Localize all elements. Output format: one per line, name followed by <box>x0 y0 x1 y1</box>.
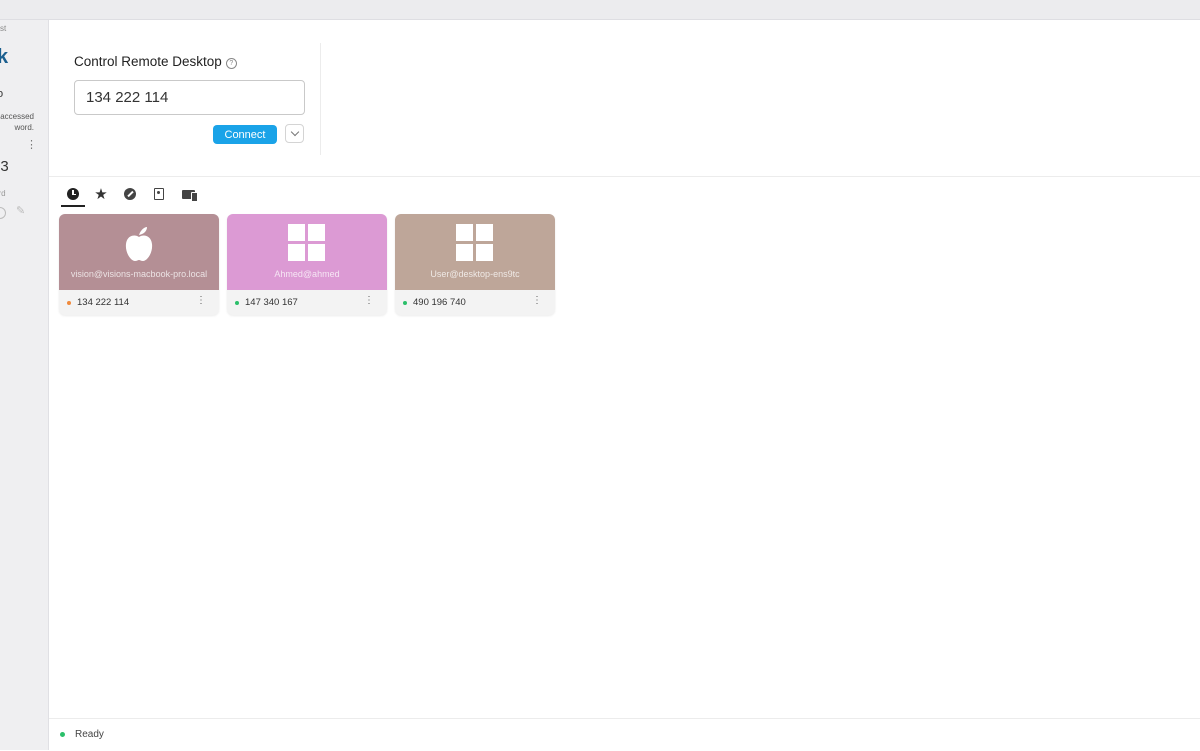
tab-discovered[interactable] <box>118 183 142 205</box>
sidebar-heading: o <box>0 88 3 100</box>
clock-icon <box>67 188 79 200</box>
refresh-icon[interactable] <box>0 207 6 219</box>
status-dot <box>403 301 407 305</box>
peer-card[interactable]: Ahmed@ahmed 147 340 167 ⋮ <box>227 214 387 315</box>
panel-title-text: Control Remote Desktop <box>74 54 222 69</box>
peer-id: 134 222 114 <box>77 297 130 308</box>
tab-accessible-devices[interactable] <box>176 183 200 205</box>
remote-id-input[interactable] <box>74 80 305 115</box>
devices-icon <box>181 189 198 202</box>
control-remote-desktop-panel: Control Remote Desktop? Connect <box>58 43 321 155</box>
compass-icon <box>124 188 136 200</box>
address-book-icon <box>154 188 164 200</box>
peer-username: User@desktop-ens9tc <box>430 269 520 279</box>
sidebar-top-label: st <box>0 24 7 33</box>
peer-menu-icon[interactable]: ⋮ <box>532 295 542 306</box>
tab-address-book[interactable] <box>147 183 171 205</box>
sidebar: st k o accessed word. ⋮ 03 ord ✎ <box>0 20 49 750</box>
sidebar-id: 03 <box>0 158 9 175</box>
peer-id: 490 196 740 <box>413 297 466 308</box>
peer-card[interactable]: User@desktop-ens9tc 490 196 740 ⋮ <box>395 214 555 315</box>
tab-favorites[interactable]: ★ <box>89 183 113 205</box>
peer-id: 147 340 167 <box>245 297 298 308</box>
sidebar-brand: k <box>0 46 8 69</box>
status-dot <box>67 301 71 305</box>
windows-icon <box>288 224 326 262</box>
peer-thumbnail[interactable]: vision@visions-macbook-pro.local <box>59 214 219 290</box>
peer-thumbnail[interactable]: User@desktop-ens9tc <box>395 214 555 290</box>
panel-title: Control Remote Desktop? <box>74 54 237 69</box>
edit-icon[interactable]: ✎ <box>16 204 25 217</box>
status-dot <box>235 301 239 305</box>
peer-menu-icon[interactable]: ⋮ <box>196 295 206 306</box>
windows-icon <box>456 224 494 262</box>
ready-status-dot <box>60 732 65 737</box>
peer-username: vision@visions-macbook-pro.local <box>70 269 208 279</box>
help-icon[interactable]: ? <box>225 58 237 69</box>
peer-footer: 490 196 740 ⋮ <box>395 290 555 315</box>
peer-card[interactable]: vision@visions-macbook-pro.local 134 222… <box>59 214 219 315</box>
tab-recent-sessions[interactable] <box>61 183 85 207</box>
peer-username: Ahmed@ahmed <box>274 269 340 279</box>
peer-footer: 134 222 114 ⋮ <box>59 290 219 315</box>
connect-options-dropdown[interactable] <box>285 124 304 143</box>
status-bar: Ready <box>49 718 1200 751</box>
connect-button[interactable]: Connect <box>213 125 277 144</box>
sidebar-password-label: ord <box>0 189 6 198</box>
window-top-strip <box>0 0 1200 20</box>
sidebar-description: accessed word. <box>0 112 34 132</box>
peer-thumbnail[interactable]: Ahmed@ahmed <box>227 214 387 290</box>
divider <box>49 176 1200 177</box>
peer-menu-icon[interactable]: ⋮ <box>364 295 374 306</box>
sidebar-menu-icon[interactable]: ⋮ <box>26 138 37 151</box>
status-text: Ready <box>75 729 104 740</box>
star-icon: ★ <box>94 185 108 203</box>
peer-footer: 147 340 167 ⋮ <box>227 290 387 315</box>
apple-icon <box>125 227 153 261</box>
